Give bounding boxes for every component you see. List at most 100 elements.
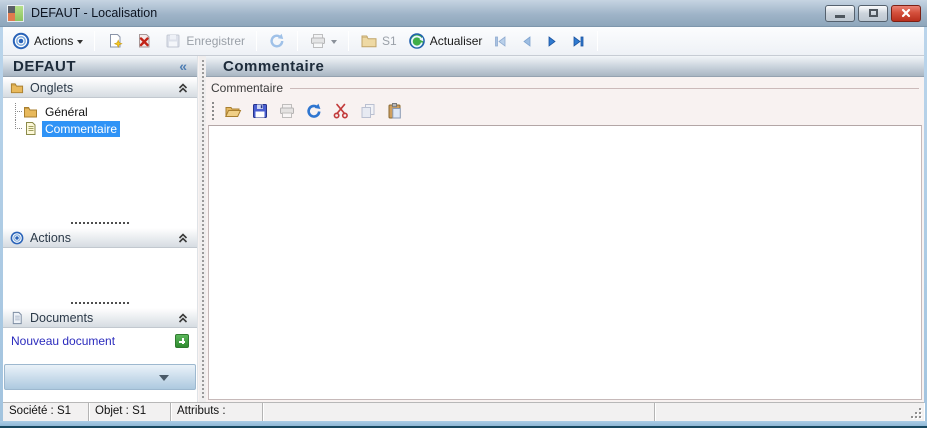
window-bottom-border — [0, 421, 927, 428]
restore-button[interactable] — [858, 4, 888, 22]
status-empty — [655, 403, 924, 421]
content-area: DEFAUT « Onglets Général Commentaire Act… — [3, 56, 924, 402]
company-folder-button[interactable]: S1 — [357, 30, 400, 52]
print-icon — [280, 104, 294, 118]
company-label: S1 — [382, 34, 397, 48]
save-button[interactable]: Enregistrer — [161, 30, 248, 52]
paste-button[interactable] — [386, 102, 404, 120]
toolbar-separator — [297, 31, 299, 51]
nav-prev-icon — [523, 35, 531, 47]
collapse-chevrons-icon[interactable] — [176, 81, 190, 95]
nav-first-icon — [495, 35, 506, 47]
groupbox-line — [290, 88, 919, 89]
actions-panel-empty — [3, 248, 197, 298]
refresh-button-label: Actualiser — [429, 34, 483, 48]
main-title: Commentaire — [223, 57, 325, 75]
collapse-chevrons-icon[interactable] — [176, 231, 190, 245]
window-title: DEFAUT - Localisation — [31, 6, 158, 20]
nav-next-button[interactable] — [542, 32, 563, 51]
tree-item-general[interactable]: Général — [10, 103, 197, 120]
vertical-splitter[interactable] — [199, 56, 206, 402]
refresh-button[interactable]: Actualiser — [405, 30, 486, 52]
sidebar-empty-space — [3, 352, 197, 364]
section-label-onglets: Onglets — [30, 80, 74, 95]
actions-target-icon — [12, 32, 30, 50]
section-header-actions[interactable]: Actions — [3, 227, 197, 248]
main-toolbar: Actions Enregistrer S1 Actualiser — [3, 27, 924, 56]
collapse-chevrons-icon[interactable] — [176, 311, 190, 325]
status-attributs: Attributs : — [171, 403, 263, 421]
new-document-link[interactable]: Nouveau document — [11, 334, 115, 348]
add-document-button[interactable] — [175, 334, 189, 348]
copy-button[interactable] — [359, 102, 377, 120]
new-button[interactable] — [103, 30, 127, 52]
sidebar-footer-bar[interactable] — [4, 364, 196, 390]
delete-icon — [139, 34, 150, 48]
status-bar: Société : S1 Objet : S1 Attributs : — [3, 402, 924, 421]
refresh-globe-icon — [408, 33, 425, 49]
section-label-actions: Actions — [30, 230, 71, 245]
nav-last-icon — [574, 35, 584, 47]
editor-save-button[interactable] — [251, 102, 269, 120]
main-body: Commentaire — [206, 77, 924, 402]
delete-button[interactable] — [132, 30, 156, 52]
print-icon — [311, 34, 326, 48]
collapse-sidebar-button[interactable]: « — [179, 59, 187, 73]
editor-print-button[interactable] — [278, 102, 296, 120]
new-document-icon — [110, 34, 123, 49]
status-objet: Objet : S1 — [89, 403, 171, 421]
down-arrow-icon — [159, 375, 169, 386]
chevron-down-icon — [331, 39, 338, 47]
open-button[interactable] — [224, 102, 242, 120]
nav-next-icon — [549, 35, 557, 47]
horizontal-splitter[interactable] — [3, 218, 197, 227]
sidebar-title: DEFAUT — [13, 57, 76, 75]
sync-button[interactable] — [265, 30, 289, 52]
actions-target-icon — [10, 231, 24, 244]
close-button[interactable] — [891, 4, 921, 22]
close-icon — [901, 8, 911, 18]
section-label-documents: Documents — [30, 310, 94, 325]
tree-item-label: Commentaire — [42, 120, 121, 137]
cut-scissors-icon — [333, 103, 348, 119]
editor-toolbar — [208, 98, 922, 124]
status-empty — [263, 403, 655, 421]
nav-first-button[interactable] — [490, 32, 511, 51]
toolbar-separator — [348, 31, 350, 51]
print-button[interactable] — [306, 30, 340, 52]
chevron-down-icon — [77, 39, 84, 47]
tree-item-label: Général — [45, 104, 88, 119]
actions-menu-label: Actions — [34, 34, 74, 48]
actions-menu-button[interactable]: Actions — [9, 30, 86, 52]
restore-icon — [868, 9, 878, 17]
nav-prev-button[interactable] — [516, 32, 537, 51]
horizontal-splitter[interactable] — [3, 298, 197, 307]
sync-icon — [270, 33, 284, 48]
tree-item-commentaire[interactable]: Commentaire — [10, 120, 197, 137]
minimize-button[interactable] — [825, 4, 855, 22]
toolbar-drag-handle[interactable] — [212, 102, 214, 120]
paste-clipboard-icon — [388, 103, 401, 119]
section-header-onglets[interactable]: Onglets — [3, 77, 197, 98]
section-header-documents[interactable]: Documents — [3, 307, 197, 328]
document-icon — [12, 311, 22, 324]
onglets-tree: Général Commentaire — [3, 98, 197, 218]
save-icon — [166, 34, 180, 48]
resize-grip-icon[interactable] — [910, 407, 922, 419]
toolbar-separator — [94, 31, 96, 51]
tree-elbow — [10, 120, 23, 137]
editor-refresh-button[interactable] — [305, 102, 323, 120]
groupbox-label: Commentaire — [211, 80, 284, 95]
comment-editor[interactable] — [208, 125, 922, 400]
refresh-arrows-icon — [307, 103, 321, 118]
commentaire-groupbox: Commentaire — [211, 80, 919, 95]
documents-panel: Nouveau document — [3, 328, 197, 352]
floppy-save-icon — [253, 104, 267, 118]
main-panel: Commentaire Commentaire — [206, 56, 924, 402]
cut-button[interactable] — [332, 102, 350, 120]
sidebar-header: DEFAUT « — [3, 56, 197, 77]
open-folder-icon — [225, 107, 242, 117]
title-bar[interactable]: DEFAUT - Localisation — [0, 0, 927, 27]
nav-last-button[interactable] — [568, 32, 589, 51]
sidebar: DEFAUT « Onglets Général Commentaire Act… — [3, 56, 198, 402]
